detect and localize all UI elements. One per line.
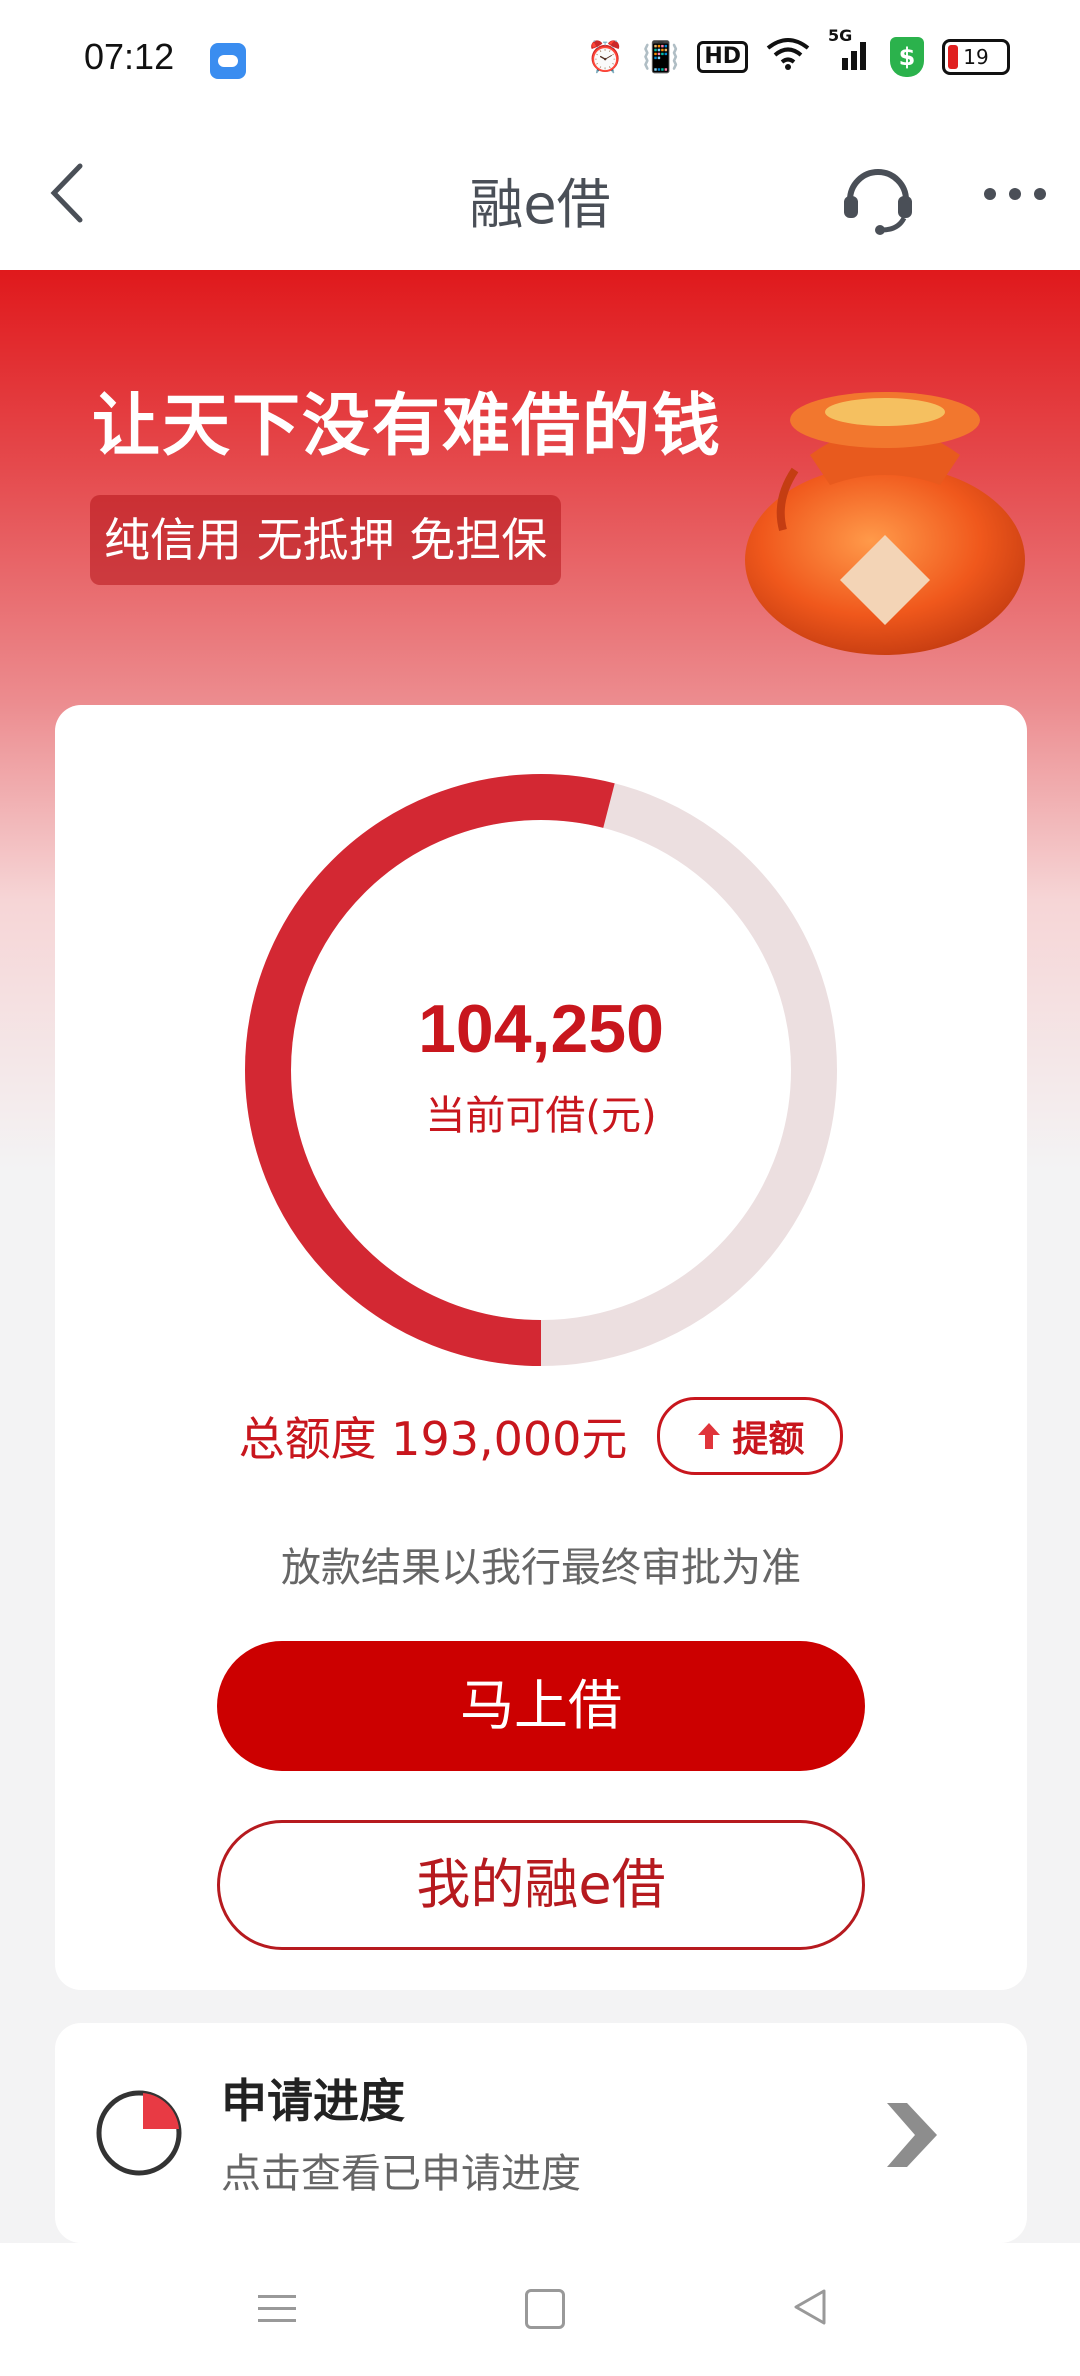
page-title: 融e借 [469,173,611,236]
system-nav-bar [0,2243,1080,2376]
app-header: 融e借 [0,120,1080,270]
money-bag-icon [745,392,1025,655]
signal-icon: 5G [828,26,872,78]
nav-back-icon[interactable] [792,2287,828,2327]
available-amount: 104,250 [418,991,664,1067]
battery-icon: 19 [942,39,1010,75]
progress-title: 申请进度 [221,2074,405,2128]
status-time: 07:12 [84,36,175,77]
weather-app-icon [210,43,246,79]
home-icon[interactable] [525,2289,565,2329]
credit-card-panel: 104,250 当前可借(元) 总额度 193,000元 提额 放款结果以我行最… [55,705,1027,1990]
alarm-icon: ⏰ [586,39,624,75]
credit-ring-chart [245,774,837,1366]
approval-notice: 放款结果以我行最终审批为准 [281,1545,801,1591]
banner-tags: 纯信用 无抵押 免担保 [90,495,562,585]
total-limit-text: 总额度 193,000元 [238,1412,628,1466]
arrow-up-icon [698,1423,721,1449]
network-type-label: 5G [828,26,853,45]
application-progress-card[interactable]: 申请进度 点击查看已申请进度 [55,2023,1027,2243]
my-loan-button[interactable]: 我的融e借 [217,1820,865,1950]
banner-slogan: 让天下没有难借的钱 [92,387,723,466]
borrow-now-button[interactable]: 马上借 [217,1641,865,1771]
vibrate-icon: 📳 [641,39,680,75]
battery-level: 19 [963,45,989,69]
chevron-right-icon [887,2103,937,2167]
status-bar: 07:12 ⏰ 📳 HD 5G $ 19 [0,0,1080,120]
more-icon[interactable] [980,184,1050,204]
security-shield-icon: $ [890,37,924,77]
wifi-icon [766,36,810,78]
total-limit-row: 总额度 193,000元 提额 [55,1397,1027,1475]
status-icons: ⏰ 📳 HD 5G $ 19 [586,26,1010,78]
raise-limit-label: 提额 [732,1419,805,1460]
progress-subtitle: 点击查看已申请进度 [221,2151,581,2197]
recents-menu-icon[interactable] [258,2291,296,2327]
raise-limit-button[interactable]: 提额 [657,1397,844,1475]
progress-pie-icon [96,2090,182,2176]
hd-icon: HD [697,41,748,73]
headset-icon[interactable] [838,156,918,236]
available-amount-label: 当前可借(元) [425,1093,657,1139]
